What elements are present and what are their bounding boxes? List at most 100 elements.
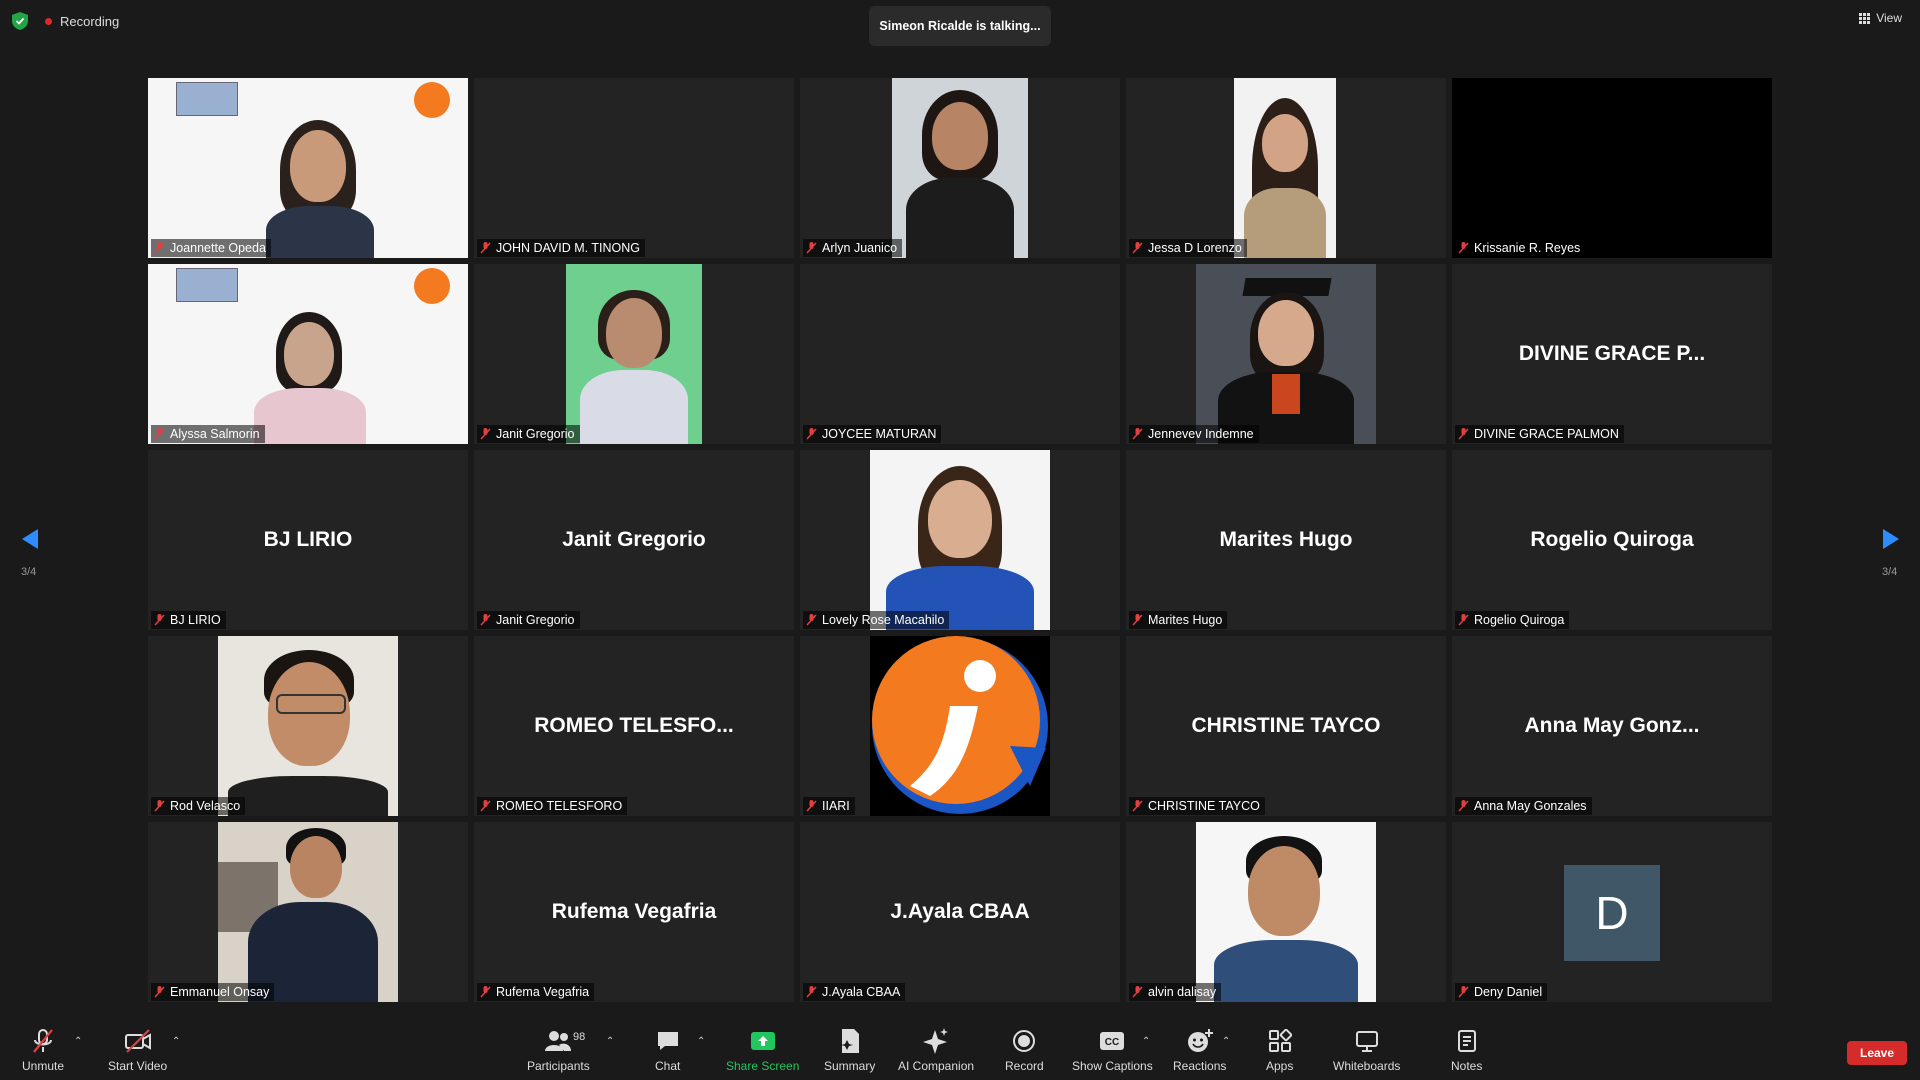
participant-tile[interactable]: Rufema Vegafria Rufema Vegafria: [474, 822, 794, 1002]
participant-name-tag: Alyssa Salmorin: [151, 425, 265, 443]
participant-video: [1234, 78, 1336, 258]
participant-tile[interactable]: alvin dalisay: [1126, 822, 1446, 1002]
show-captions-button[interactable]: CC Show Captions: [1072, 1028, 1153, 1073]
participant-tile[interactable]: Krissanie R. Reyes: [1452, 78, 1772, 258]
next-page-arrow-icon[interactable]: [1879, 527, 1903, 551]
participant-tile[interactable]: Jennevev Indemne: [1126, 264, 1446, 444]
participant-tile[interactable]: JOHN DAVID M. TINONG: [474, 78, 794, 258]
start-video-label: Start Video: [108, 1059, 168, 1073]
participant-name-tag: JOYCEE MATURAN: [803, 425, 942, 443]
participant-display-name: Rufema Vegafria: [551, 900, 717, 923]
summary-button[interactable]: Summary: [824, 1028, 875, 1073]
participant-tile[interactable]: Marites Hugo Marites Hugo: [1126, 450, 1446, 630]
participant-tile[interactable]: IIARI: [800, 636, 1120, 816]
participant-tile[interactable]: ROMEO TELESFO... ROMEO TELESFORO: [474, 636, 794, 816]
participant-name: Rufema Vegafria: [496, 985, 590, 999]
captions-options-caret-icon[interactable]: ⌃: [1142, 1036, 1150, 1047]
recording-dot-icon: [45, 17, 52, 25]
leave-button[interactable]: Leave: [1847, 1041, 1907, 1065]
show-captions-label: Show Captions: [1072, 1059, 1153, 1073]
chat-button[interactable]: Chat: [655, 1028, 680, 1073]
page-indicator-right: 3/4: [1882, 566, 1898, 578]
participant-video: [218, 636, 398, 816]
iiari-logo-icon: [414, 268, 450, 304]
security-shield-icon[interactable]: [12, 12, 28, 30]
participant-name-tag: Emmanuel Onsay: [151, 983, 275, 1001]
muted-mic-icon: [480, 242, 491, 254]
participant-tile[interactable]: Alyssa Salmorin: [148, 264, 468, 444]
conference-logo-image: [176, 268, 238, 302]
participant-display-name: CHRISTINE TAYCO: [1191, 714, 1381, 737]
participant-name-tag: CHRISTINE TAYCO: [1129, 797, 1265, 815]
muted-mic-icon: [806, 986, 817, 998]
participant-name-tag: Janit Gregorio: [477, 611, 580, 629]
participant-tile[interactable]: Arlyn Juanico: [800, 78, 1120, 258]
participant-name-tag: Krissanie R. Reyes: [1455, 239, 1586, 257]
participant-tile[interactable]: Rogelio Quiroga Rogelio Quiroga: [1452, 450, 1772, 630]
muted-mic-icon: [1458, 614, 1469, 626]
participant-tile[interactable]: J.Ayala CBAA J.Ayala CBAA: [800, 822, 1120, 1002]
share-screen-icon: [750, 1032, 775, 1050]
muted-mic-icon: [1132, 614, 1143, 626]
recording-indicator[interactable]: Recording: [45, 11, 119, 31]
participant-name: Emmanuel Onsay: [170, 985, 270, 999]
audio-options-caret-icon[interactable]: ⌃: [74, 1036, 82, 1047]
participant-display-name: Rogelio Quiroga: [1530, 528, 1694, 551]
participant-tile[interactable]: Joannette Opeda: [148, 78, 468, 258]
muted-mic-icon: [1132, 242, 1143, 254]
muted-mic-icon: [480, 428, 491, 440]
whiteboards-button[interactable]: Whiteboards: [1333, 1028, 1400, 1073]
start-video-button[interactable]: Start Video: [108, 1028, 167, 1073]
participants-label: Participants: [527, 1059, 590, 1073]
participant-tile[interactable]: BJ LIRIO BJ LIRIO: [148, 450, 468, 630]
muted-mic-icon: [806, 614, 817, 626]
participants-options-caret-icon[interactable]: ⌃: [606, 1036, 614, 1047]
previous-page-arrow-icon[interactable]: [18, 527, 42, 551]
participant-video: [870, 636, 1050, 816]
muted-mic-icon: [480, 614, 491, 626]
share-screen-button[interactable]: Share Screen: [726, 1028, 799, 1073]
ai-companion-button[interactable]: AI Companion: [898, 1028, 974, 1073]
participant-tile[interactable]: JOYCEE MATURAN: [800, 264, 1120, 444]
participant-name: BJ LIRIO: [170, 613, 221, 627]
video-options-caret-icon[interactable]: ⌃: [172, 1036, 180, 1047]
iiari-logo-icon: [414, 82, 450, 118]
muted-mic-icon: [154, 614, 165, 626]
participant-tile[interactable]: Lovely Rose Macahilo: [800, 450, 1120, 630]
notes-button[interactable]: Notes: [1451, 1028, 1482, 1073]
participant-name: Alyssa Salmorin: [170, 427, 260, 441]
participant-name-tag: Jessa D Lorenzo: [1129, 239, 1247, 257]
page-indicator-left: 3/4: [21, 566, 37, 578]
unmute-button[interactable]: Unmute: [22, 1028, 64, 1073]
reactions-button[interactable]: Reactions: [1173, 1028, 1226, 1073]
record-icon: [1013, 1030, 1036, 1052]
participant-name: Rogelio Quiroga: [1474, 613, 1565, 627]
reaction-smiley-icon: [1187, 1029, 1213, 1052]
participant-tile[interactable]: Emmanuel Onsay: [148, 822, 468, 1002]
chat-options-caret-icon[interactable]: ⌃: [697, 1036, 705, 1047]
participant-tile[interactable]: D Deny Daniel: [1452, 822, 1772, 1002]
participant-name: Joannette Opeda: [170, 241, 266, 255]
svg-text:CC: CC: [1105, 1037, 1119, 1048]
participants-icon: [545, 1031, 572, 1051]
participants-count: 98: [573, 1031, 586, 1043]
participant-tile[interactable]: DIVINE GRACE P... DIVINE GRACE PALMON: [1452, 264, 1772, 444]
muted-mic-icon: [1458, 986, 1469, 998]
participant-video: [566, 264, 702, 444]
participant-tile[interactable]: Anna May Gonz... Anna May Gonzales: [1452, 636, 1772, 816]
participant-name-tag: JOHN DAVID M. TINONG: [477, 239, 645, 257]
muted-mic-icon: [1458, 428, 1469, 440]
record-button[interactable]: Record: [1005, 1028, 1044, 1073]
participant-tile[interactable]: Janit Gregorio: [474, 264, 794, 444]
muted-mic-icon: [806, 428, 817, 440]
participant-tile[interactable]: CHRISTINE TAYCO CHRISTINE TAYCO: [1126, 636, 1446, 816]
participant-name: ROMEO TELESFORO: [496, 799, 623, 813]
participant-tile[interactable]: Janit Gregorio Janit Gregorio: [474, 450, 794, 630]
reactions-options-caret-icon[interactable]: ⌃: [1222, 1036, 1230, 1047]
participant-video: [892, 78, 1028, 258]
view-button[interactable]: View: [1859, 11, 1902, 25]
participant-name: Jennevev Indemne: [1148, 427, 1254, 441]
participant-tile[interactable]: Rod Velasco: [148, 636, 468, 816]
apps-button[interactable]: Apps: [1266, 1028, 1293, 1073]
participant-tile[interactable]: Jessa D Lorenzo: [1126, 78, 1446, 258]
